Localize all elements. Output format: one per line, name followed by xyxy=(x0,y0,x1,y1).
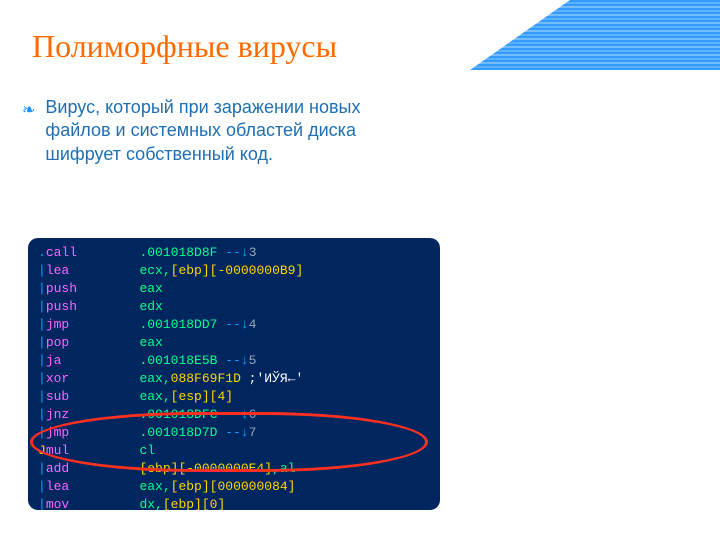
flourish-icon: ❧ xyxy=(22,100,35,120)
asm-line: |sub eax,[esp][4] xyxy=(38,388,430,406)
asm-line: |xor eax,088F69F1D ;'ИЎЯ←' xyxy=(38,370,430,388)
asm-line: |mov dx,[ebp][0] xyxy=(38,496,430,510)
asm-line: |jmp .001018DD7 --↓4 xyxy=(38,316,430,334)
asm-line: .call .001018D8F --↓3 xyxy=(38,244,430,262)
disassembly-panel: .call .001018D8F --↓3|lea ecx,[ebp][-000… xyxy=(28,238,440,510)
bullet-text: Вирус, который при заражении новых файло… xyxy=(45,96,422,166)
asm-line: |jmp .001018D7D --↓7 xyxy=(38,424,430,442)
asm-line: |lea ecx,[ebp][-0000000B9] xyxy=(38,262,430,280)
asm-line: |lea eax,[ebp][000000084] xyxy=(38,478,430,496)
page-title: Полиморфные вирусы xyxy=(32,28,337,65)
decorative-stripes xyxy=(470,0,720,70)
asm-line: |add [ebp][-0000000E4],al xyxy=(38,460,430,478)
asm-line: |jnz .001018DFC --↓6 xyxy=(38,406,430,424)
bullet-item: ❧ Вирус, который при заражении новых фай… xyxy=(22,96,422,166)
asm-line: |ja .001018E5B --↓5 xyxy=(38,352,430,370)
asm-line: |push eax xyxy=(38,280,430,298)
asm-line: |push edx xyxy=(38,298,430,316)
asm-line: Jmul cl xyxy=(38,442,430,460)
asm-line: |pop eax xyxy=(38,334,430,352)
